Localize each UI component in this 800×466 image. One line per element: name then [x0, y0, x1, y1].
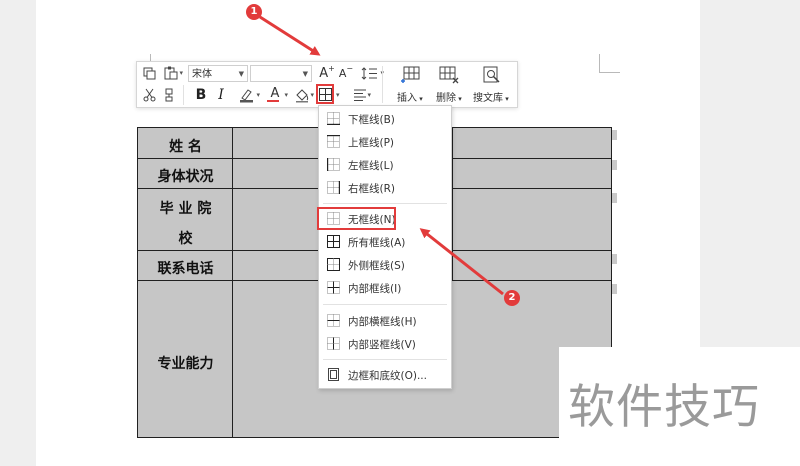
arrow-step-1: [259, 15, 321, 56]
step-badge-2: 2: [504, 290, 520, 306]
watermark-text: 软件技巧: [568, 380, 760, 435]
arrow-step-2: [419, 228, 504, 296]
step-badge-1: 1: [246, 4, 262, 20]
